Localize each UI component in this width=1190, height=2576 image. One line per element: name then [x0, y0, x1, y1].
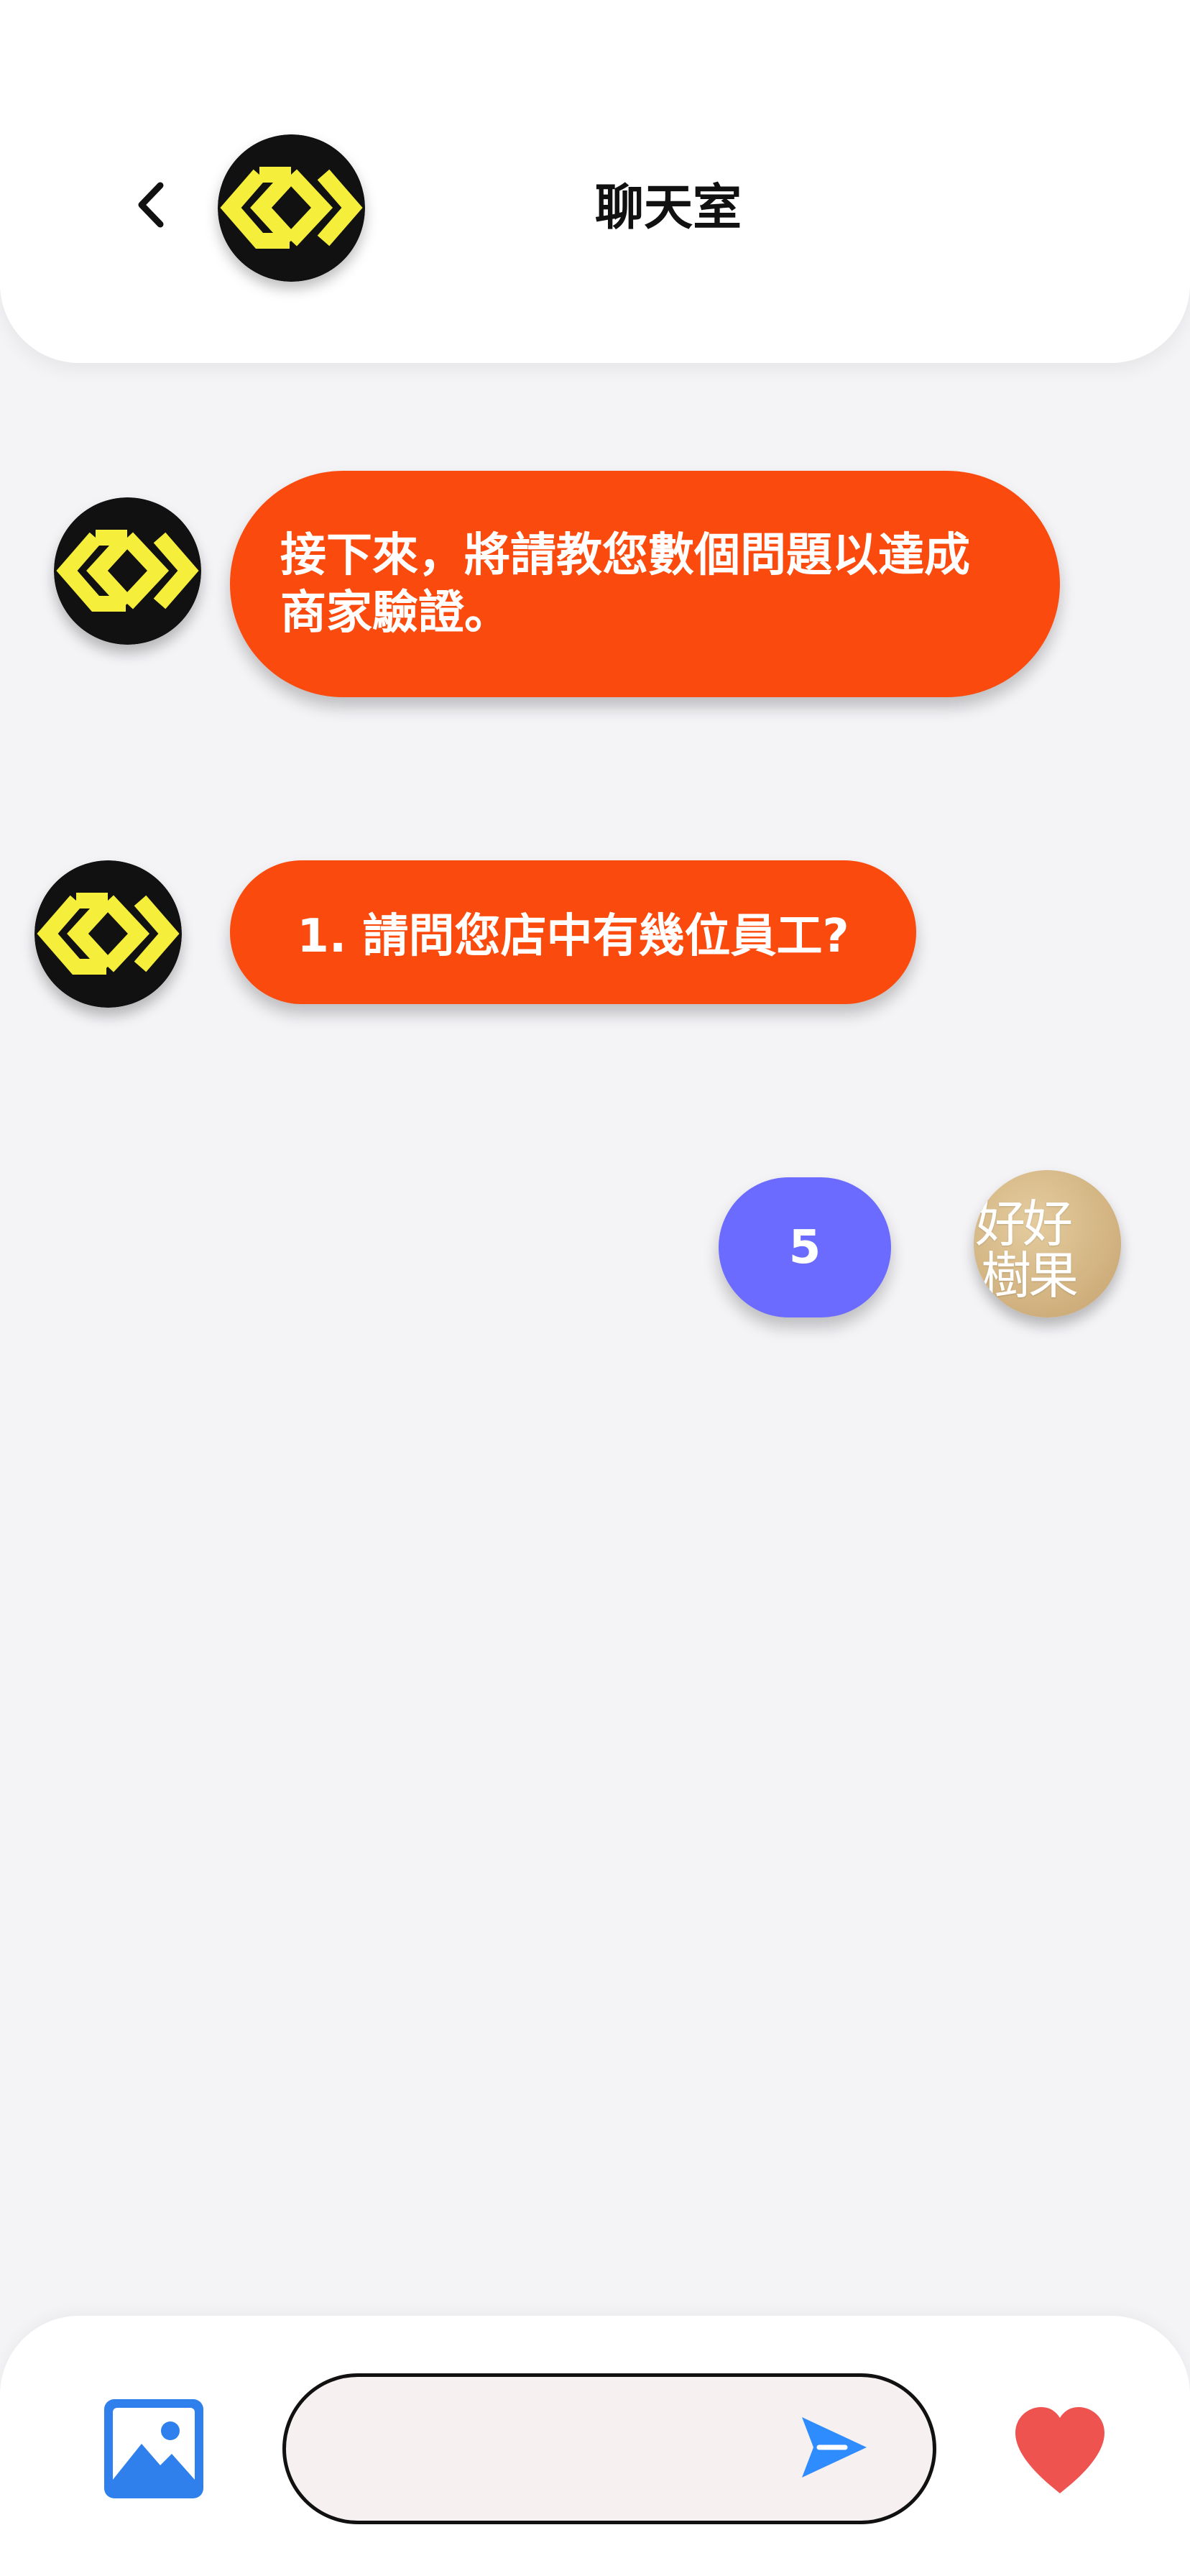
- avatar-text-line: 樹果: [981, 1246, 1079, 1305]
- chevron-left-icon: [138, 182, 164, 228]
- user-avatar[interactable]: 好好 樹果: [974, 1170, 1121, 1317]
- bot-message-bubble: 1. 請問您店中有幾位員工?: [230, 860, 916, 1004]
- heart-icon: [1015, 2407, 1104, 2493]
- page-title: 聊天室: [594, 180, 742, 236]
- top-app-bar: 聊天室: [0, 0, 1190, 363]
- merchant-avatar[interactable]: [218, 134, 365, 282]
- avatar-text-line: 好好: [975, 1195, 1073, 1254]
- back-button[interactable]: [121, 172, 185, 237]
- message-input[interactable]: [329, 2413, 792, 2486]
- message-text: 1. 請問您店中有幾位員工?: [297, 910, 849, 963]
- merchant-logo-icon: [54, 497, 201, 645]
- attach-image-button[interactable]: [104, 2399, 203, 2498]
- send-button[interactable]: [798, 2411, 870, 2483]
- message-text-line: 商家驗證。: [280, 586, 510, 640]
- image-icon: [104, 2399, 203, 2498]
- bot-message-bubble: 接下來，將請教您數個問題以達成 商家驗證。: [230, 471, 1060, 697]
- user-message-bubble: 5: [719, 1177, 891, 1317]
- like-button[interactable]: [1010, 2404, 1110, 2498]
- merchant-logo-icon: [34, 860, 182, 1008]
- message-text-line: 接下來，將請教您數個問題以達成: [280, 529, 970, 582]
- message-text: 5: [788, 1220, 821, 1274]
- send-icon: [802, 2417, 867, 2478]
- merchant-logo-icon: [218, 134, 365, 282]
- bot-avatar[interactable]: [54, 497, 201, 645]
- bot-avatar[interactable]: [34, 860, 182, 1008]
